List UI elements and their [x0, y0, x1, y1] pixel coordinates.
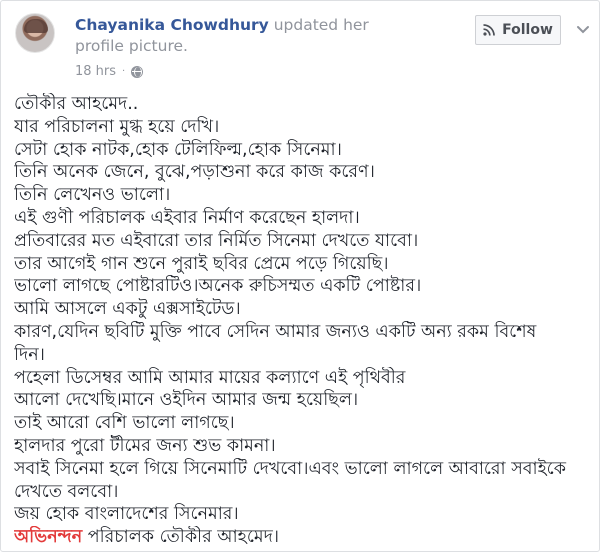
post-card: Chayanika Chowdhury updated her profile …	[0, 0, 600, 552]
post-text-line: তিনি অনেক জেনে, বুঝে,পড়াশুনা করে কাজ কর…	[14, 162, 375, 183]
follow-button[interactable]: Follow	[475, 15, 561, 45]
last-line-rest: পরিচালক তৌকীর আহমেদ।	[82, 527, 280, 548]
rss-icon	[483, 24, 495, 36]
meta-separator: ·	[122, 66, 126, 77]
post-text-line: দিন।	[14, 344, 45, 365]
globe-icon[interactable]	[131, 65, 144, 78]
post-text-line: সবাই সিনেমা হলে গিয়ে সিনেমাটি দেখবো।এবং…	[14, 458, 566, 479]
post-text-line: দেখতে বলবো।	[14, 481, 119, 502]
post-text-line: তার আগেই গান শুনে পুরাই ছবির প্রেমে পড়ে…	[14, 253, 389, 274]
post-text-line: জয় হোক বাংলাদেশের সিনেমার।	[14, 504, 239, 525]
highlight-word: অভিনন্দন	[14, 527, 83, 548]
post-text-line-last: অভিনন্দন পরিচালক তৌকীর আহমেদ।	[14, 526, 592, 549]
post-text-line: হালদার পুরো টীমের জন্য শুভ কামনা।	[14, 435, 276, 456]
post-text-line: ভালো লাগছে পোষ্টারটিও।অনেক রুচিসম্মত একট…	[14, 276, 422, 297]
post-text-line: যার পরিচালনা মুগ্ধ হয়ে দেখি।	[14, 116, 220, 137]
post-header: Chayanika Chowdhury updated her profile …	[75, 15, 405, 57]
post-body: তৌকীর আহমেদ.. যার পরিচালনা মুগ্ধ হয়ে দেখ…	[14, 93, 592, 549]
post-timestamp[interactable]: 18 hrs	[75, 64, 116, 79]
follow-button-label: Follow	[502, 22, 553, 38]
post-text-line: প্রতিবারের মত এইবারো তার নির্মিত সিনেমা …	[14, 230, 419, 251]
post-text-line: আমি আসলে একটু এক্সসাইটেড।	[14, 299, 241, 320]
post-meta: 18 hrs ·	[75, 64, 144, 79]
post-text-line: কারণ,যেদিন ছবিটি মুক্তি পাবে সেদিন আমার …	[14, 321, 537, 342]
avatar-hair	[24, 19, 48, 33]
avatar[interactable]	[15, 13, 55, 53]
post-text-line: সেটা হোক নাটক,হোক টেলিফিল্ম,হোক সিনেমা।	[14, 139, 342, 160]
post-text-line: তিনি লেখেনও ভালো।	[14, 185, 171, 206]
chevron-down-icon[interactable]	[575, 21, 591, 37]
post-text-line: পহেলা ডিসেম্বর আমি আমার মায়ের কল্যাণে এ…	[14, 367, 406, 388]
post-text-line: আলো দেখেছি।মানে ওইদিন আমার জন্ম হয়েছিল।	[14, 390, 359, 411]
post-text-line: তাই আরো বেশি ভালো লাগছে।	[14, 413, 235, 434]
author-name-link[interactable]: Chayanika Chowdhury	[75, 16, 269, 34]
post-text-line: এই গুণী পরিচালক এইবার নির্মাণ করেছেন হাল…	[14, 207, 360, 228]
post-text-line: তৌকীর আহমেদ..	[14, 94, 139, 114]
